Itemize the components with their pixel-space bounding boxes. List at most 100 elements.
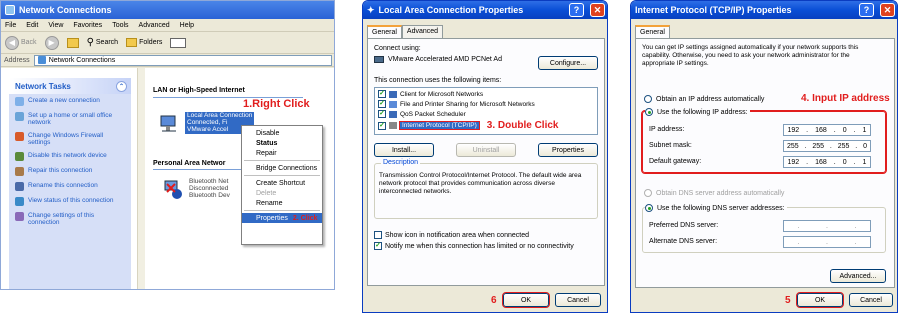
up-folder-icon[interactable] (66, 37, 79, 48)
list-item-file-printer[interactable]: ✓ File and Printer Sharing for Microsoft … (378, 100, 535, 108)
task-change-firewall[interactable]: Change Windows Firewall settings (9, 129, 131, 149)
menu-item-properties[interactable]: Properties 2. Click (242, 213, 322, 223)
bluetooth-connection-item[interactable]: Bluetooth Net Disconnected Bluetooth Dev (163, 178, 230, 200)
menu-advanced[interactable]: Advanced (139, 22, 170, 29)
show-icon-option[interactable]: Show icon in notification area when conn… (374, 231, 529, 239)
task-label: Change Windows Firewall settings (28, 132, 104, 146)
tab-general[interactable]: General (367, 25, 402, 38)
checkbox-checked[interactable]: ✓ (374, 242, 382, 250)
disable-icon (15, 152, 24, 161)
properties-button[interactable]: Properties (538, 143, 598, 157)
task-label: Repair this connection (28, 167, 93, 174)
help-button[interactable]: ? (569, 3, 584, 17)
task-change-settings[interactable]: Change settings of this connection (9, 209, 131, 229)
cancel-button[interactable]: Cancel (849, 293, 893, 307)
components-list[interactable]: ✓ Client for Microsoft Networks ✓ File and… (374, 87, 598, 135)
address-input[interactable]: Network Connections (33, 54, 332, 66)
connection-status: Disconnected (189, 185, 229, 192)
qos-icon (389, 110, 397, 118)
mask-octet: 0 (863, 142, 868, 150)
notify-option[interactable]: ✓ Notify me when this connection has limi… (374, 242, 574, 250)
ip-address-input[interactable]: 192. 168. 0. 1 (783, 124, 871, 136)
configure-button[interactable]: Configure... (538, 56, 598, 70)
menu-item-disable[interactable]: Disable (242, 128, 322, 138)
menu-help[interactable]: Help (180, 22, 194, 29)
views-icon[interactable] (170, 37, 187, 48)
close-button[interactable]: ✕ (590, 3, 605, 17)
menu-item-rename[interactable]: Rename (242, 198, 322, 208)
forward-arrow-icon[interactable]: ▶ (44, 35, 59, 50)
protocol-icon (389, 122, 397, 129)
task-rename-connection[interactable]: Rename this connection (9, 179, 131, 194)
advanced-button[interactable]: Advanced... (830, 269, 886, 283)
task-create-connection[interactable]: Create a new connection (9, 94, 131, 109)
use-following-ip-option[interactable]: Use the following IP address: (645, 108, 750, 116)
subnet-mask-label: Subnet mask: (649, 142, 692, 149)
radio-selected[interactable] (645, 108, 653, 116)
checkbox-checked[interactable]: ✓ (378, 100, 386, 108)
menu-item-delete: Delete (256, 189, 277, 197)
adapter-name: VMware Accelerated AMD PCNet Ad (388, 56, 502, 63)
chevron-up-icon[interactable]: ⌃ (116, 80, 127, 92)
alternate-dns-input[interactable]: ... (783, 236, 871, 248)
subnet-mask-input[interactable]: 255. 255. 255. 0 (783, 140, 871, 152)
checkbox-checked[interactable]: ✓ (378, 90, 386, 98)
menu-favorites[interactable]: Favorites (73, 22, 102, 29)
task-setup-home-network[interactable]: Set up a home or small office network (9, 109, 131, 129)
menu-tools[interactable]: Tools (112, 22, 128, 29)
dialog-title: Internet Protocol (TCP/IP) Properties (635, 5, 792, 15)
network-tasks-panel: Network Tasks ⌃ Create a new connection … (9, 78, 131, 289)
bluetooth-connection-details: Bluetooth Net Disconnected Bluetooth Dev (189, 178, 230, 200)
search-button[interactable]: ⚲ Search (87, 37, 119, 48)
task-repair-connection[interactable]: Repair this connection (9, 164, 131, 179)
ok-button[interactable]: OK (502, 292, 550, 308)
menu-item-bridge[interactable]: Bridge Connections (242, 163, 322, 173)
item-label: File and Printer Sharing for Microsoft N… (400, 100, 535, 108)
scrollbar[interactable] (137, 68, 145, 289)
ok-button[interactable]: OK (796, 292, 844, 308)
obtain-ip-auto-option[interactable]: Obtain an IP address automatically (644, 95, 764, 103)
checkbox-checked[interactable]: ✓ (378, 121, 386, 130)
network-connections-window: Network Connections File Edit View Favor… (0, 0, 335, 290)
menu-item-repair[interactable]: Repair (242, 148, 322, 158)
item-label: QoS Packet Scheduler (400, 110, 466, 118)
preferred-dns-input[interactable]: ... (783, 220, 871, 232)
help-button[interactable]: ? (859, 3, 874, 17)
radio-selected[interactable] (645, 204, 653, 212)
task-disable-device[interactable]: Disable this network device (9, 149, 131, 164)
menu-item-create-shortcut[interactable]: Create Shortcut (242, 178, 322, 188)
list-item-client[interactable]: ✓ Client for Microsoft Networks (378, 90, 483, 98)
back-button[interactable]: ◀ Back (5, 35, 37, 50)
title-bar[interactable]: Network Connections (1, 1, 334, 19)
menu-view[interactable]: View (48, 22, 63, 29)
list-item-tcpip[interactable]: ✓ Internet Protocol (TCP/IP) 3. Double Cli… (378, 120, 558, 131)
install-button[interactable]: Install... (374, 143, 434, 157)
default-gateway-input[interactable]: 192. 168. 0. 1 (783, 156, 871, 168)
title-bar[interactable]: ✦ Local Area Connection Properties ? ✕ (363, 1, 607, 19)
printer-icon (389, 100, 397, 108)
network-tasks-header[interactable]: Network Tasks ⌃ (9, 78, 131, 94)
dns-manual-option[interactable]: Use the following DNS server addresses: (645, 204, 787, 212)
task-view-status[interactable]: View status of this connection (9, 194, 131, 209)
uninstall-button: Uninstall (456, 143, 516, 157)
home-network-icon (15, 112, 24, 121)
bluetooth-adapter-icon (164, 180, 182, 199)
folders-button[interactable]: Folders (126, 38, 162, 47)
menu-item-status[interactable]: Status (242, 138, 322, 148)
folders-label: Folders (139, 39, 163, 46)
network-tasks-title: Network Tasks (15, 81, 71, 91)
cancel-button[interactable]: Cancel (555, 293, 601, 307)
items-label: This connection uses the following items… (374, 77, 502, 84)
title-bar[interactable]: Internet Protocol (TCP/IP) Properties ? … (631, 1, 897, 19)
menu-edit[interactable]: Edit (26, 22, 38, 29)
close-button[interactable]: ✕ (880, 3, 895, 17)
tab-general[interactable]: General (635, 25, 670, 38)
checkbox-checked[interactable]: ✓ (378, 110, 386, 118)
description-label: Description (381, 159, 421, 166)
checkbox-unchecked[interactable] (374, 231, 382, 239)
menu-file[interactable]: File (5, 22, 16, 29)
alternate-dns-label: Alternate DNS server: (649, 238, 718, 245)
radio-unselected[interactable] (644, 95, 652, 103)
list-item-qos[interactable]: ✓ QoS Packet Scheduler (378, 110, 466, 118)
tab-advanced[interactable]: Advanced (401, 25, 444, 38)
